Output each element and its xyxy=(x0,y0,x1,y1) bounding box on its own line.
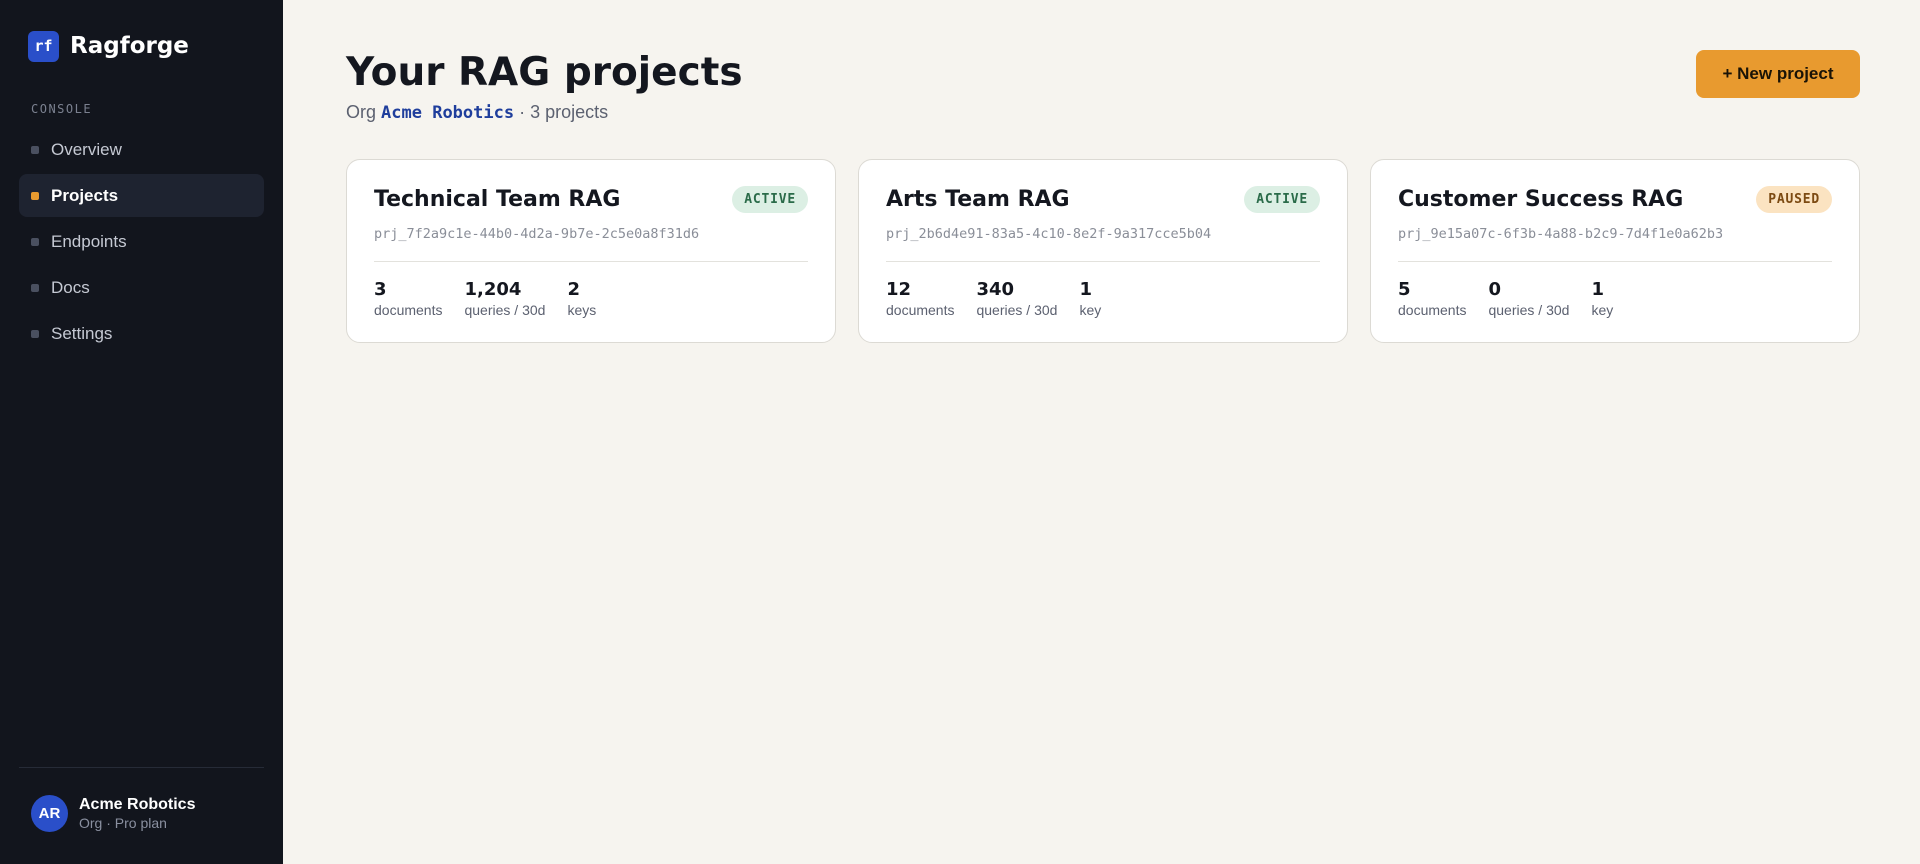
account-name: Acme Robotics xyxy=(79,795,196,813)
project-name: Arts Team RAG xyxy=(886,187,1070,212)
card-divider xyxy=(886,261,1320,262)
sidebar-nav: Overview Projects Endpoints Docs Setting… xyxy=(19,128,264,358)
account-switcher[interactable]: AR Acme Robotics Org · Pro plan xyxy=(19,767,264,858)
stat-queries: 0 queries / 30d xyxy=(1488,279,1570,318)
project-name: Technical Team RAG xyxy=(374,187,621,212)
stat-queries: 340 queries / 30d xyxy=(976,279,1058,318)
new-project-button[interactable]: + New project xyxy=(1696,50,1860,98)
stat-keys: 2 keys xyxy=(567,279,597,318)
project-name: Customer Success RAG xyxy=(1398,187,1684,212)
square-dot-icon xyxy=(31,191,39,200)
status-badge: PAUSED xyxy=(1756,186,1832,213)
sidebar-item-label: Projects xyxy=(51,185,119,205)
project-cards: Technical Team RAG ACTIVE prj_7f2a9c1e-4… xyxy=(346,159,1860,343)
sidebar-item-docs[interactable]: Docs xyxy=(19,266,264,309)
project-card-arts-team[interactable]: Arts Team RAG ACTIVE prj_2b6d4e91-83a5-4… xyxy=(858,159,1348,343)
brand[interactable]: rf Ragforge xyxy=(19,0,264,92)
avatar: AR xyxy=(31,794,68,832)
project-stats: 3 documents 1,204 queries / 30d 2 keys xyxy=(374,279,808,318)
sidebar: rf Ragforge CONSOLE Overview Projects En… xyxy=(0,0,283,864)
page-title: Your RAG projects xyxy=(346,50,743,95)
card-divider xyxy=(1398,261,1832,262)
project-card-customer-success[interactable]: Customer Success RAG PAUSED prj_9e15a07c… xyxy=(1370,159,1860,343)
project-stats: 12 documents 340 queries / 30d 1 key xyxy=(886,279,1320,318)
stat-documents: 3 documents xyxy=(374,279,443,318)
brand-logo-icon: rf xyxy=(28,30,59,62)
status-badge: ACTIVE xyxy=(732,186,808,213)
brand-name: Ragforge xyxy=(70,33,189,59)
sidebar-item-endpoints[interactable]: Endpoints xyxy=(19,220,264,263)
sidebar-item-label: Overview xyxy=(51,139,122,159)
stat-keys: 1 key xyxy=(1079,279,1102,318)
stat-documents: 12 documents xyxy=(886,279,955,318)
sidebar-section-label: CONSOLE xyxy=(31,102,93,116)
sidebar-item-label: Docs xyxy=(51,277,90,297)
card-divider xyxy=(374,261,808,262)
sidebar-item-settings[interactable]: Settings xyxy=(19,312,264,355)
project-id: prj_9e15a07c-6f3b-4a88-b2c9-7d4f1e0a62b3 xyxy=(1398,226,1724,242)
sidebar-item-label: Endpoints xyxy=(51,231,127,251)
account-plan: Org · Pro plan xyxy=(79,814,167,831)
project-card-technical-team[interactable]: Technical Team RAG ACTIVE prj_7f2a9c1e-4… xyxy=(346,159,836,343)
page-header: Your RAG projects Org Acme Robotics · 3 … xyxy=(346,50,1860,123)
square-dot-icon xyxy=(31,329,39,338)
project-count: · 3 projects xyxy=(519,102,609,122)
org-name: Acme Robotics xyxy=(381,103,515,123)
project-id: prj_2b6d4e91-83a5-4c10-8e2f-9a317cce5b04 xyxy=(886,226,1212,242)
stat-keys: 1 key xyxy=(1591,279,1614,318)
sidebar-item-label: Settings xyxy=(51,323,113,343)
square-dot-icon xyxy=(31,237,39,246)
square-dot-icon xyxy=(31,283,39,292)
stat-documents: 5 documents xyxy=(1398,279,1467,318)
square-dot-icon xyxy=(31,145,39,154)
stat-queries: 1,204 queries / 30d xyxy=(464,279,546,318)
main-content: Your RAG projects Org Acme Robotics · 3 … xyxy=(283,0,1920,864)
project-stats: 5 documents 0 queries / 30d 1 key xyxy=(1398,279,1832,318)
project-id: prj_7f2a9c1e-44b0-4d2a-9b7e-2c5e0a8f31d6 xyxy=(374,226,700,242)
sidebar-item-overview[interactable]: Overview xyxy=(19,128,264,171)
org-prefix: Org xyxy=(346,102,377,122)
status-badge: ACTIVE xyxy=(1244,186,1320,213)
page-subtitle: Org Acme Robotics · 3 projects xyxy=(346,102,743,123)
sidebar-item-projects[interactable]: Projects xyxy=(19,174,264,217)
